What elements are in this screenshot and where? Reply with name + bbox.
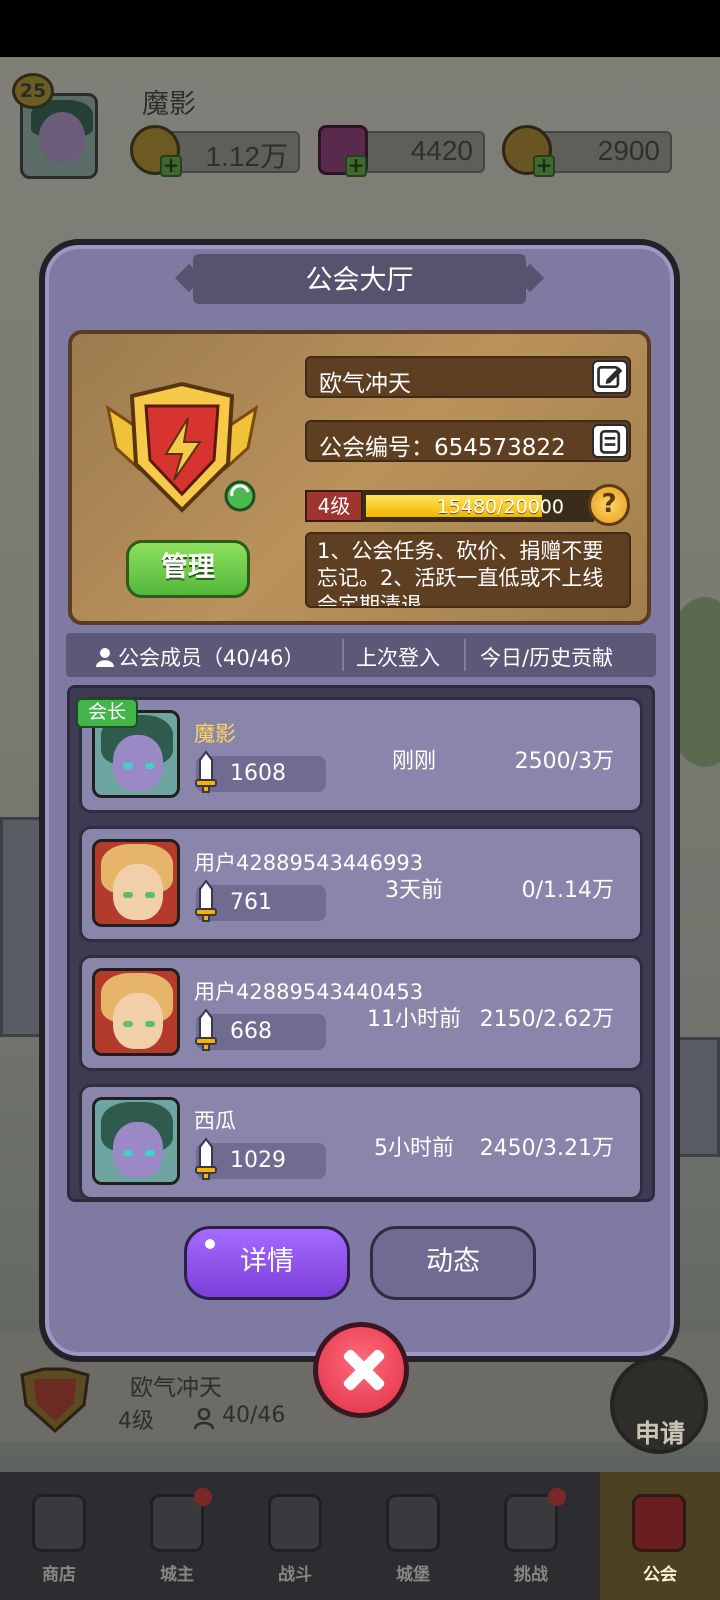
- apply-label: 申请: [634, 1419, 685, 1448]
- nav-guild-label: 公会: [643, 1565, 677, 1585]
- nav-lord[interactable]: 城主: [118, 1472, 236, 1600]
- nav-shop-label: 商店: [42, 1565, 76, 1585]
- status-bar: [0, 0, 720, 57]
- manage-button[interactable]: 管理: [126, 540, 250, 598]
- guild-id: 公会编号：654573822: [319, 435, 566, 461]
- nav-lord-label: 城主: [160, 1565, 194, 1585]
- member-power: 668: [195, 1008, 326, 1051]
- sword-icon: [195, 1008, 217, 1051]
- guild-name: 欧气冲天: [319, 371, 411, 397]
- guild-strip-level: 4级: [118, 1409, 154, 1434]
- guild-name-field: 欧气冲天: [305, 356, 631, 398]
- player-name: 魔影: [142, 89, 196, 120]
- guild-strip-shield-icon: [20, 1367, 90, 1434]
- member-name: 魔影: [194, 722, 236, 746]
- power-value: 1029: [230, 1148, 286, 1173]
- guild-strip-members: 40/46: [222, 1403, 286, 1428]
- leader-tag: 会长: [76, 698, 138, 728]
- power-value: 668: [230, 1019, 272, 1044]
- nav-shop[interactable]: 商店: [0, 1472, 118, 1600]
- nav-guild[interactable]: 公会: [600, 1472, 720, 1600]
- members-header: 公会成员（40/46） 上次登入 今日/历史贡献: [66, 633, 656, 677]
- shop-icon: [32, 1494, 86, 1552]
- activity-button[interactable]: 动态: [370, 1226, 536, 1300]
- nav-challenge-label: 挑战: [514, 1565, 548, 1585]
- details-label: 详情: [240, 1246, 294, 1277]
- guild-notice: 1、公会任务、砍价、捐赠不要忘记。2、活跃一直低或不上线会定期清退: [305, 532, 631, 608]
- gold-value: 1.12万: [205, 141, 289, 172]
- member-avatar[interactable]: [92, 1097, 180, 1185]
- power-value: 761: [230, 890, 272, 915]
- members-count: 公会成员（40/46）: [118, 646, 305, 670]
- castle-icon: [386, 1494, 440, 1552]
- modal-title: 公会大厅: [305, 265, 414, 296]
- nav-battle-label: 战斗: [278, 1565, 312, 1585]
- contribution-header: 今日/历史贡献: [480, 646, 614, 670]
- person-icon: [193, 1407, 215, 1430]
- person-icon: [96, 648, 114, 667]
- edit-icon[interactable]: [592, 360, 628, 394]
- guild-xp-bar: 15480/20000: [362, 490, 594, 522]
- activity-label: 动态: [426, 1246, 480, 1277]
- copy-icon[interactable]: [592, 424, 628, 458]
- guild-banner-icon: [632, 1494, 686, 1552]
- notification-dot: [194, 1488, 212, 1506]
- add-gold-button[interactable]: +: [160, 155, 182, 177]
- member-power: 1608: [195, 750, 326, 793]
- sword-icon: [195, 879, 217, 922]
- member-power: 761: [195, 879, 326, 922]
- guild-level: 4级: [305, 490, 363, 522]
- swords-icon: [268, 1494, 322, 1552]
- guild-strip-name: 欧气冲天: [130, 1375, 222, 1401]
- sword-icon: [195, 750, 217, 793]
- members-column-header: 公会成员（40/46）: [96, 642, 305, 672]
- nav-castle[interactable]: 城堡: [354, 1472, 472, 1600]
- member-contribution: 0/1.14万: [521, 878, 614, 903]
- power-value: 1608: [230, 761, 286, 786]
- member-contribution: 2150/2.62万: [479, 1007, 614, 1032]
- sword-icon: [195, 1137, 217, 1180]
- member-power: 1029: [195, 1137, 326, 1180]
- help-icon[interactable]: ?: [588, 484, 630, 526]
- xp-text: 15480/20000: [436, 496, 564, 518]
- guild-id-field: 公会编号：654573822: [305, 420, 631, 462]
- nav-challenge[interactable]: 挑战: [472, 1472, 590, 1600]
- details-button[interactable]: 详情: [184, 1226, 350, 1300]
- nav-battle[interactable]: 战斗: [236, 1472, 354, 1600]
- close-button[interactable]: [313, 1322, 409, 1418]
- player-level-badge: 25: [12, 73, 54, 109]
- last-login-header: 上次登入: [356, 646, 440, 670]
- member-name: 西瓜: [194, 1109, 236, 1133]
- notification-dot: [548, 1488, 566, 1506]
- gem-value: 4420: [410, 135, 473, 166]
- guild-emblem-icon[interactable]: [98, 378, 266, 528]
- add-gem-button[interactable]: +: [345, 155, 367, 177]
- member-contribution: 2450/3.21万: [479, 1136, 614, 1161]
- member-contribution: 2500/3万: [514, 749, 614, 774]
- member-avatar[interactable]: [92, 968, 180, 1056]
- member-avatar[interactable]: [92, 839, 180, 927]
- coin-value: 2900: [597, 135, 660, 166]
- nav-castle-label: 城堡: [396, 1565, 430, 1585]
- add-coin-button[interactable]: +: [533, 155, 555, 177]
